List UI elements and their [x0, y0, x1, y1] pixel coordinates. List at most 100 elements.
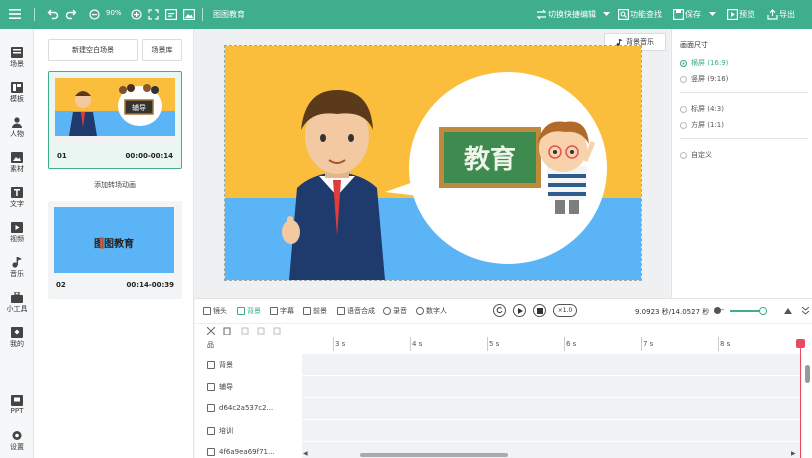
feature-search-button[interactable]: 功能查找 — [630, 9, 662, 20]
quick-edit-button[interactable]: 切换快捷编辑 — [548, 9, 596, 20]
ruler-tick-label: 8 s — [720, 340, 731, 348]
scroll-right-icon[interactable]: ▶ — [791, 450, 796, 457]
scene-card[interactable]: 图图教育 02 00:14-00:39 — [48, 201, 182, 299]
rail-item-mine[interactable]: 我的 — [0, 327, 34, 349]
rewind-button[interactable] — [493, 304, 506, 317]
tool-background[interactable]: 背景 — [237, 306, 261, 316]
template-icon — [11, 82, 23, 93]
redo-icon[interactable] — [64, 7, 78, 21]
save-icon[interactable] — [672, 7, 684, 21]
preview-icon[interactable] — [726, 7, 738, 21]
feature-search-icon[interactable] — [617, 7, 629, 21]
playhead-handle[interactable] — [796, 339, 805, 348]
rail-label: 素材 — [10, 165, 24, 173]
rail-label: 我的 — [10, 340, 24, 348]
rail-item-template[interactable]: 模板 — [0, 82, 34, 104]
image-icon[interactable] — [182, 7, 195, 21]
track-label[interactable]: 背景 — [207, 360, 233, 370]
rail-item-scene[interactable]: 场景 — [0, 47, 34, 69]
tool-foreground[interactable]: 前景 — [303, 306, 327, 316]
speed-button[interactable]: ×1.0 — [553, 304, 577, 317]
zoom-out-icon[interactable] — [88, 7, 100, 21]
ratio-option-custom[interactable]: 自定义 — [680, 150, 712, 160]
new-blank-scene-button[interactable]: 新建空白场景 — [48, 39, 138, 61]
zoom-slider-handle[interactable] — [759, 307, 767, 315]
tool-digital-human[interactable]: 数字人 — [416, 306, 447, 316]
save-button[interactable]: 保存 — [685, 9, 701, 20]
play-icon — [517, 307, 523, 314]
rail-label: 文字 — [10, 200, 24, 208]
rail-item-person[interactable]: 人物 — [0, 117, 34, 139]
zoom-out-timeline-icon[interactable]: − — [719, 306, 725, 314]
track-row[interactable] — [302, 376, 802, 398]
tool-camera[interactable]: 镜头 — [203, 306, 227, 316]
track-label[interactable]: 培训 — [207, 426, 233, 436]
scene-card[interactable]: 辅导 01 00:00-00:14 — [48, 71, 182, 169]
track-row[interactable] — [302, 354, 802, 376]
track-name: d64c2a537c2... — [219, 404, 274, 412]
scroll-left-icon[interactable]: ◀ — [303, 450, 308, 457]
fullscreen-icon[interactable] — [147, 7, 159, 21]
rail-item-material[interactable]: 素材 — [0, 152, 34, 174]
rail-item-settings[interactable]: 设置 — [0, 430, 34, 452]
rail-label: 人物 — [10, 130, 24, 138]
split-icon[interactable] — [207, 327, 215, 335]
tool-speech-synthesis[interactable]: 语音合成 — [337, 306, 375, 316]
ratio-option-9-16[interactable]: 竖屏 (9:16) — [680, 74, 728, 84]
rail-item-tools[interactable]: 小工具 — [0, 292, 34, 314]
rail-item-music[interactable]: 音乐 — [0, 257, 34, 279]
chevron-down-icon[interactable] — [602, 7, 610, 21]
ruler-tick-label: 3 s — [335, 340, 346, 348]
rail-item-ppt[interactable]: PPT — [0, 395, 34, 415]
menu-icon[interactable] — [8, 7, 22, 21]
export-button[interactable]: 导出 — [779, 9, 795, 20]
delete-icon[interactable] — [223, 327, 231, 335]
mine-icon — [11, 327, 23, 338]
vertical-scrollbar[interactable] — [805, 365, 810, 383]
rail-item-text[interactable]: 文字 — [0, 187, 34, 209]
ruler-tick-line — [641, 337, 642, 351]
tool-label: 背景 — [247, 307, 261, 315]
speech-icon — [337, 307, 345, 315]
zoom-in-icon[interactable] — [130, 7, 142, 21]
scene-library-button[interactable]: 场景库 — [142, 39, 182, 61]
video-icon — [11, 222, 23, 233]
ruler-tick-line — [333, 337, 334, 351]
horizontal-scrollbar[interactable] — [360, 453, 508, 457]
play-button[interactable] — [513, 304, 526, 317]
ruler-tick-line — [718, 337, 719, 351]
divider — [680, 138, 808, 139]
chevron-down-icon[interactable] — [708, 7, 716, 21]
add-transition-link[interactable]: 添加转场动画 — [48, 180, 182, 190]
thumb-caption: 辅导 — [132, 103, 146, 112]
project-title[interactable]: 图图教育 — [213, 9, 245, 20]
rail-item-video[interactable]: 视频 — [0, 222, 34, 244]
chalkboard[interactable]: 教育 — [439, 127, 541, 188]
preview-button[interactable]: 预览 — [739, 9, 755, 20]
tool-record[interactable]: 录音 — [383, 306, 407, 316]
track-row[interactable] — [302, 398, 802, 420]
paste-icon[interactable] — [257, 327, 265, 335]
copy-icon[interactable] — [241, 327, 249, 335]
ratio-option-16-9[interactable]: 横屏 (16:9) — [680, 58, 728, 68]
digital-human-icon — [416, 307, 424, 315]
mountain-icon[interactable] — [784, 307, 792, 314]
collapse-icon[interactable] — [802, 307, 809, 315]
radio — [680, 75, 687, 83]
ratio-option-4-3[interactable]: 标屏 (4:3) — [680, 104, 724, 114]
track-label[interactable]: 4f6a9ea69f71... — [207, 448, 275, 456]
ratio-option-1-1[interactable]: 方屏 (1:1) — [680, 120, 724, 130]
align-icon[interactable] — [273, 327, 281, 335]
track-label[interactable]: d64c2a537c2... — [207, 404, 273, 412]
text-icon — [11, 187, 23, 198]
scene-canvas[interactable]: 教育 — [224, 45, 642, 281]
subtitle-icon[interactable] — [164, 7, 177, 21]
quick-edit-icon[interactable] — [535, 7, 547, 21]
stop-button[interactable] — [533, 304, 546, 317]
track-label[interactable]: 辅导 — [207, 382, 233, 392]
undo-icon[interactable] — [46, 7, 60, 21]
tool-subtitle[interactable]: 字幕 — [270, 306, 294, 316]
export-icon[interactable] — [766, 7, 778, 21]
background-icon — [207, 361, 215, 369]
track-row[interactable] — [302, 420, 802, 442]
